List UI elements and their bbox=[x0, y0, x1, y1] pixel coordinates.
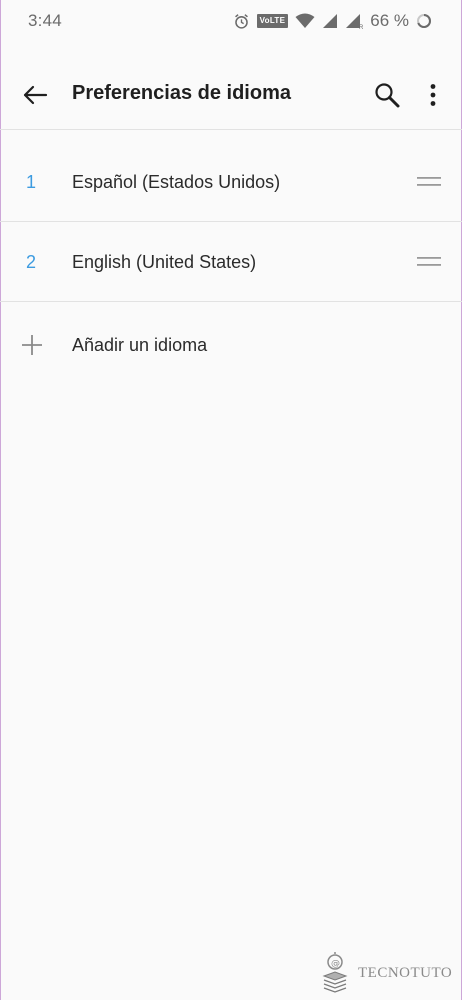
language-list: 1 Español (Estados Unidos) 2 English (Un… bbox=[0, 142, 462, 302]
search-button[interactable] bbox=[370, 78, 404, 112]
language-order-number: 2 bbox=[26, 252, 37, 272]
language-item[interactable]: 2 English (United States) bbox=[0, 222, 462, 302]
language-order-number: 1 bbox=[26, 172, 37, 192]
status-bar: 3:44 VoLTE R 66 % bbox=[0, 0, 462, 42]
watermark: @ TECNOTUTO bbox=[320, 950, 456, 996]
arrow-back-icon bbox=[23, 85, 48, 105]
search-icon bbox=[375, 83, 400, 108]
add-language-label: Añadir un idioma bbox=[72, 335, 208, 355]
drag-handle-icon[interactable] bbox=[416, 254, 442, 270]
more-options-button[interactable] bbox=[416, 78, 450, 112]
status-time: 3:44 bbox=[28, 11, 62, 30]
language-label: Español (Estados Unidos) bbox=[72, 172, 281, 192]
signal-roaming-icon: R bbox=[346, 14, 363, 29]
watermark-logo-icon: @ bbox=[322, 952, 348, 993]
status-icons: VoLTE R 66 % bbox=[233, 11, 432, 31]
signal-icon bbox=[323, 14, 338, 28]
drag-handle-icon[interactable] bbox=[416, 174, 442, 190]
battery-icon bbox=[417, 14, 431, 28]
wifi-icon bbox=[295, 13, 315, 28]
back-button[interactable] bbox=[18, 78, 52, 112]
language-item[interactable]: 1 Español (Estados Unidos) bbox=[0, 142, 462, 222]
language-label: English (United States) bbox=[72, 252, 257, 272]
alarm-icon bbox=[234, 13, 248, 29]
app-bar: Preferencias de idioma bbox=[0, 60, 462, 130]
volte-badge: VoLTE bbox=[256, 14, 289, 28]
add-language-button[interactable]: Añadir un idioma bbox=[0, 304, 462, 384]
svg-text:R: R bbox=[359, 25, 363, 29]
svg-text:@: @ bbox=[331, 959, 340, 969]
more-vert-icon bbox=[430, 84, 436, 106]
watermark-text: TECNOTUTO bbox=[358, 964, 453, 981]
battery-percent: 66 % bbox=[370, 11, 409, 30]
page-title: Preferencias de idioma bbox=[72, 82, 291, 104]
plus-icon bbox=[22, 335, 42, 355]
